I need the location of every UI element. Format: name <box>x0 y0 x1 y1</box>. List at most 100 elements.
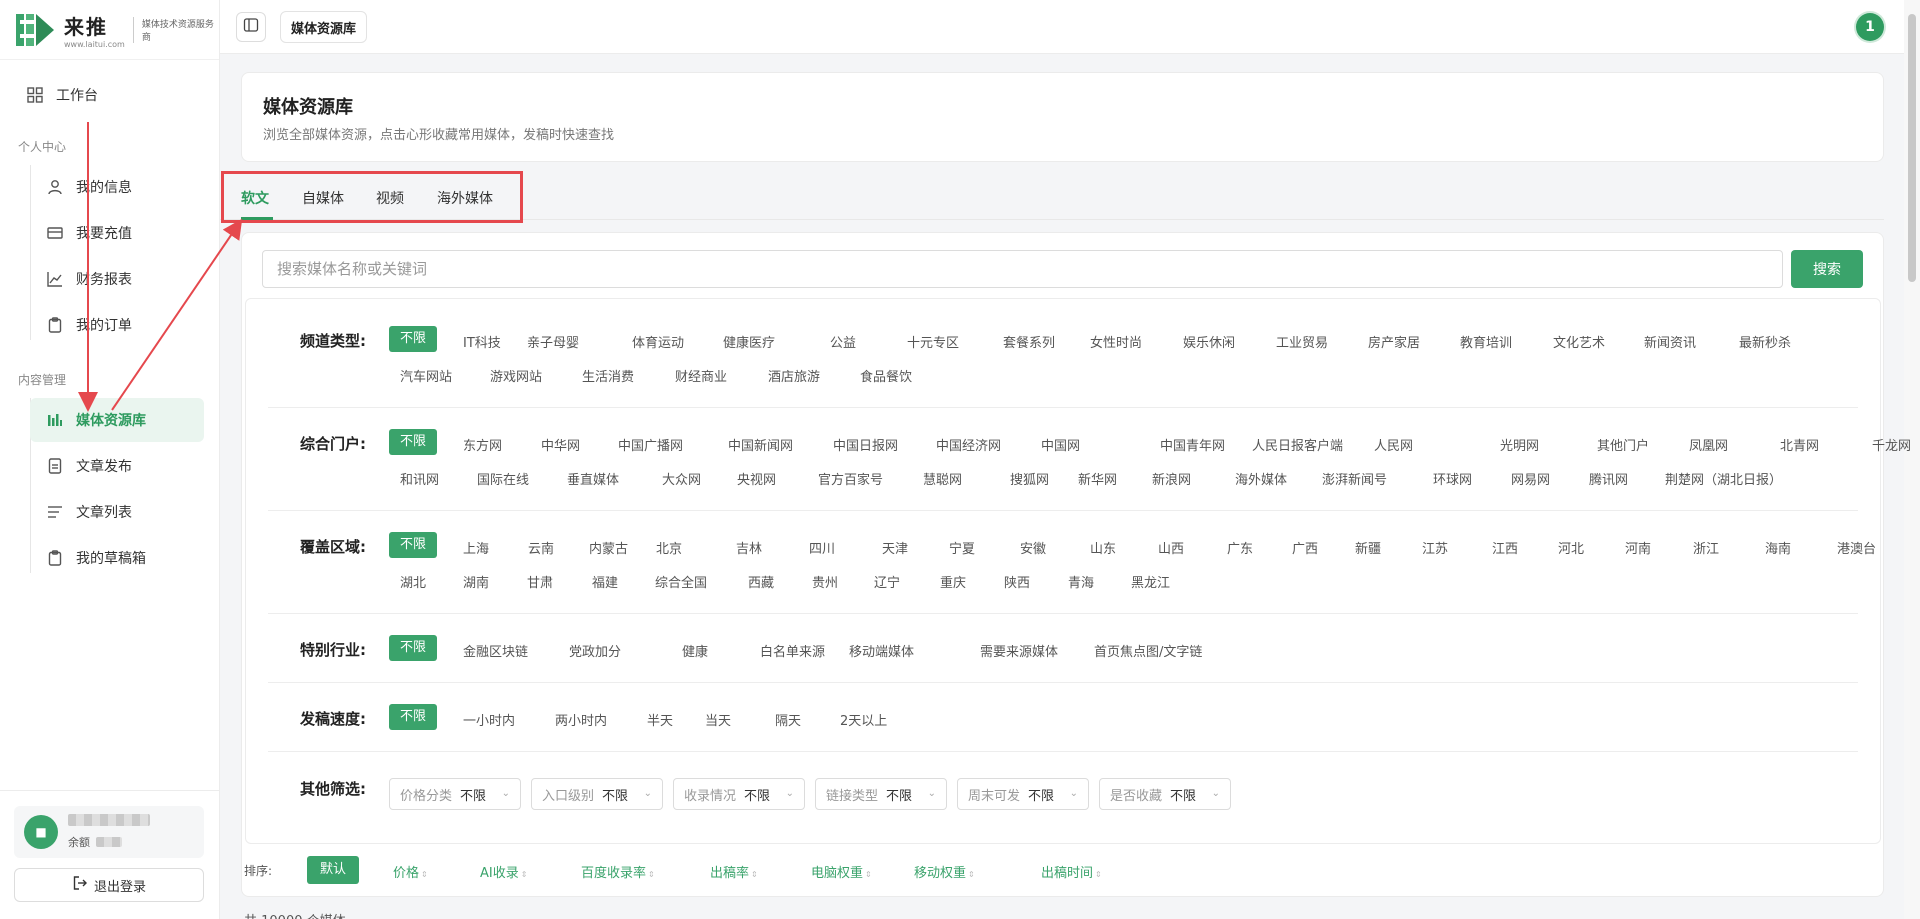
sidebar-item-finance[interactable]: 财务报表 <box>0 257 220 301</box>
filter-option[interactable]: 中国广播网 <box>618 435 683 454</box>
sidebar-item-drafts[interactable]: 我的草稿箱 <box>0 536 220 580</box>
filter-option[interactable]: 重庆 <box>940 572 966 591</box>
filter-option[interactable]: 四川 <box>809 538 835 557</box>
filter-option[interactable]: 慧聪网 <box>923 469 962 488</box>
filter-option[interactable]: 福建 <box>592 572 618 591</box>
filter-option[interactable]: 酒店旅游 <box>768 366 820 385</box>
notification-badge[interactable]: 1 <box>1856 13 1884 41</box>
user-card[interactable]: ■ 余额 <box>14 806 204 858</box>
filter-option[interactable]: 中国网 <box>1041 435 1080 454</box>
filter-option[interactable]: 腾讯网 <box>1589 469 1628 488</box>
filter-dropdown[interactable]: 链接类型 不限 ⌄ <box>815 778 947 810</box>
filter-option[interactable]: 当天 <box>705 710 731 729</box>
filter-dropdown[interactable]: 周末可发 不限 ⌄ <box>957 778 1089 810</box>
sidebar-item-media-library[interactable]: 媒体资源库 <box>30 398 204 442</box>
filter-option[interactable]: 娱乐休闲 <box>1183 332 1235 351</box>
filter-option[interactable]: 云南 <box>528 538 554 557</box>
filter-option[interactable]: 港澳台 <box>1837 538 1876 557</box>
filter-option[interactable]: 千龙网 <box>1872 435 1911 454</box>
filter-option[interactable]: 最新秒杀 <box>1739 332 1791 351</box>
filter-option[interactable]: 新闻资讯 <box>1644 332 1696 351</box>
filter-option[interactable]: 金融区块链 <box>463 641 528 660</box>
filter-option[interactable]: 湖北 <box>400 572 426 591</box>
filter-option[interactable]: 套餐系列 <box>1003 332 1055 351</box>
filter-option[interactable]: 中国日报网 <box>833 435 898 454</box>
sort-option-default[interactable]: 默认 <box>307 856 359 884</box>
filter-option[interactable]: 吉林 <box>736 538 762 557</box>
filter-option[interactable]: 黑龙江 <box>1131 572 1170 591</box>
filter-option[interactable]: 广西 <box>1292 538 1318 557</box>
sort-option[interactable]: 移动权重 ⇕ <box>914 862 975 881</box>
filter-option[interactable]: 女性时尚 <box>1090 332 1142 351</box>
filter-option[interactable]: 海南 <box>1765 538 1791 557</box>
filter-option[interactable]: 北京 <box>656 538 682 557</box>
filter-option[interactable]: 人民网 <box>1374 435 1413 454</box>
scrollbar[interactable] <box>1904 0 1920 919</box>
filter-option[interactable]: 大众网 <box>662 469 701 488</box>
filter-option[interactable]: 上海 <box>463 538 489 557</box>
filter-option-selected[interactable]: 不限 <box>389 704 437 730</box>
filter-option[interactable]: 甘肃 <box>527 572 553 591</box>
filter-option[interactable]: 财经商业 <box>675 366 727 385</box>
sidebar-item-my-info[interactable]: 我的信息 <box>0 165 220 209</box>
sidebar-item-article-list[interactable]: 文章列表 <box>0 490 220 534</box>
filter-option[interactable]: 河北 <box>1558 538 1584 557</box>
filter-option[interactable]: 江苏 <box>1422 538 1448 557</box>
sort-option[interactable]: 电脑权重 ⇕ <box>811 862 872 881</box>
filter-option[interactable]: 搜狐网 <box>1010 469 1049 488</box>
filter-option[interactable]: 安徽 <box>1020 538 1046 557</box>
filter-option[interactable]: 2天以上 <box>840 710 887 729</box>
filter-option[interactable]: 房产家居 <box>1368 332 1420 351</box>
filter-option[interactable]: 荆楚网（湖北日报） <box>1665 469 1782 488</box>
filter-option[interactable]: 综合全国 <box>655 572 707 591</box>
filter-option[interactable]: 隔天 <box>775 710 801 729</box>
filter-option[interactable]: 其他门户 <box>1597 435 1649 454</box>
filter-option[interactable]: 食品餐饮 <box>860 366 912 385</box>
filter-option[interactable]: 西藏 <box>748 572 774 591</box>
sidebar-toggle-button[interactable] <box>236 12 266 42</box>
filter-option[interactable]: 国际在线 <box>477 469 529 488</box>
filter-option[interactable]: 宁夏 <box>949 538 975 557</box>
filter-option[interactable]: 海外媒体 <box>1235 469 1287 488</box>
filter-option[interactable]: IT科技 <box>463 332 501 351</box>
filter-option[interactable]: 党政加分 <box>569 641 621 660</box>
filter-option[interactable]: 白名单来源 <box>760 641 825 660</box>
filter-option[interactable]: 一小时内 <box>463 710 515 729</box>
filter-option[interactable]: 移动端媒体 <box>849 641 914 660</box>
logout-button[interactable]: 退出登录 <box>14 868 204 902</box>
filter-option[interactable]: 凤凰网 <box>1689 435 1728 454</box>
filter-option[interactable]: 浙江 <box>1693 538 1719 557</box>
filter-option[interactable]: 央视网 <box>737 469 776 488</box>
sidebar-item-orders[interactable]: 我的订单 <box>0 303 220 347</box>
sort-option[interactable]: 价格 ⇕ <box>393 862 428 881</box>
sort-option[interactable]: 出稿时间 ⇕ <box>1041 862 1102 881</box>
sidebar-item-recharge[interactable]: 我要充值 <box>0 211 220 255</box>
filter-option[interactable]: 首页焦点图/文字链 <box>1094 641 1202 660</box>
sidebar-item-workbench[interactable]: 工作台 <box>0 73 220 117</box>
filter-option-selected[interactable]: 不限 <box>389 326 437 352</box>
filter-option[interactable]: 体育运动 <box>632 332 684 351</box>
filter-option[interactable]: 辽宁 <box>874 572 900 591</box>
filter-option-selected[interactable]: 不限 <box>389 429 437 455</box>
brand-logo[interactable]: 来推 www.laitui.com 媒体技术资源服务商 <box>0 0 219 60</box>
filter-option[interactable]: 东方网 <box>463 435 502 454</box>
filter-option[interactable]: 人民日报客户端 <box>1252 435 1343 454</box>
filter-option[interactable]: 贵州 <box>812 572 838 591</box>
filter-option[interactable]: 江西 <box>1492 538 1518 557</box>
filter-option[interactable]: 官方百家号 <box>818 469 883 488</box>
filter-option[interactable]: 湖南 <box>463 572 489 591</box>
filter-option[interactable]: 文化艺术 <box>1553 332 1605 351</box>
filter-option[interactable]: 生活消费 <box>582 366 634 385</box>
sidebar-item-publish[interactable]: 文章发布 <box>0 444 220 488</box>
filter-dropdown[interactable]: 价格分类 不限 ⌄ <box>389 778 521 810</box>
filter-option[interactable]: 北青网 <box>1780 435 1819 454</box>
filter-option[interactable]: 中国经济网 <box>936 435 1001 454</box>
sort-option[interactable]: 出稿率 ⇕ <box>710 862 758 881</box>
filter-option[interactable]: 汽车网站 <box>400 366 452 385</box>
filter-option[interactable]: 青海 <box>1068 572 1094 591</box>
filter-option[interactable]: 光明网 <box>1500 435 1539 454</box>
filter-option[interactable]: 十元专区 <box>907 332 959 351</box>
filter-option[interactable]: 游戏网站 <box>490 366 542 385</box>
filter-option[interactable]: 需要来源媒体 <box>980 641 1058 660</box>
breadcrumb[interactable]: 媒体资源库 <box>280 11 368 43</box>
